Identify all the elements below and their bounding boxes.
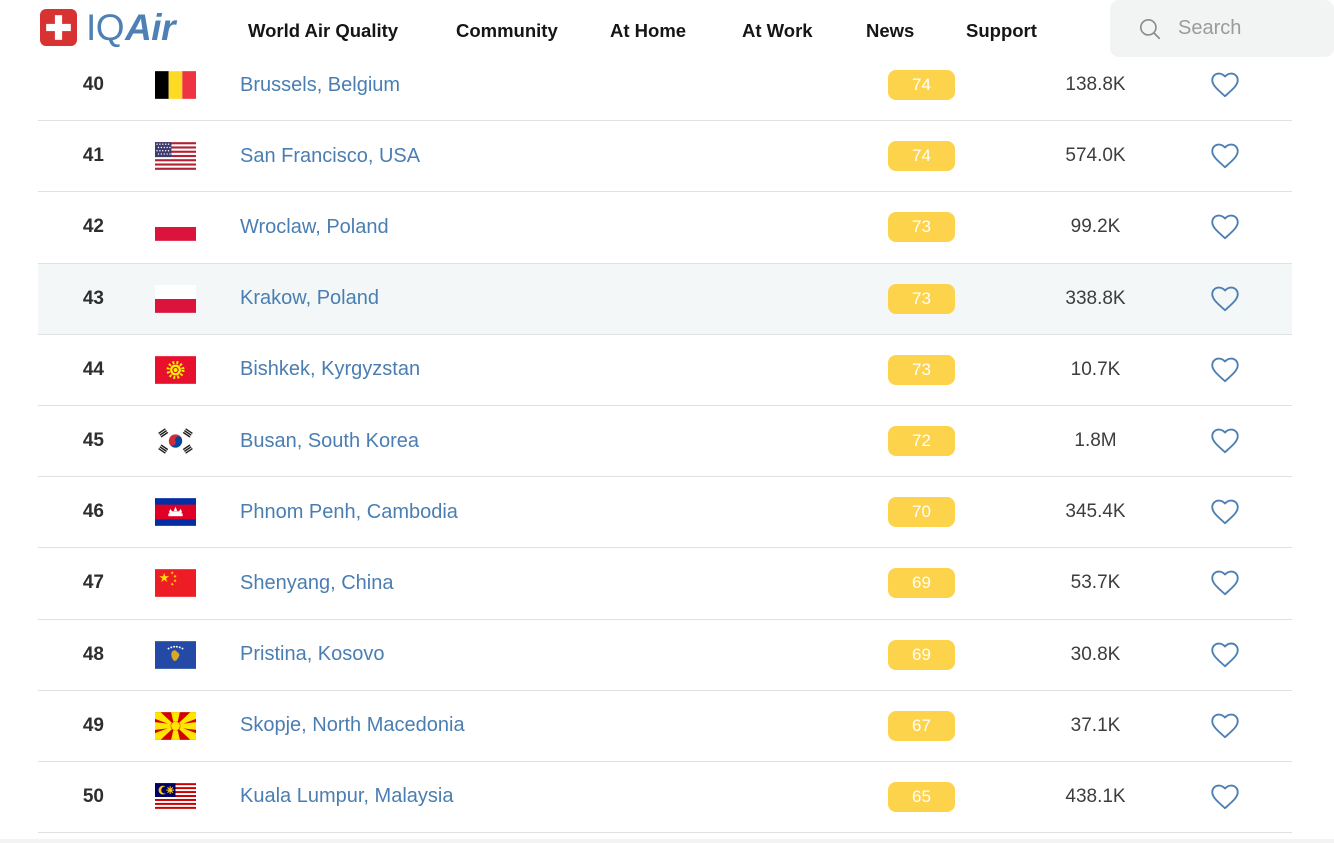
followers-count: 10.7K: [1023, 359, 1168, 381]
followers-count: 1.8M: [1023, 430, 1168, 452]
aqi-badge[interactable]: 69: [888, 640, 955, 670]
flag-usa-icon: [155, 142, 196, 170]
iqair-swiss-cross-icon: [40, 9, 77, 46]
aqi-badge[interactable]: 73: [888, 212, 955, 242]
followers-count: 338.8K: [1023, 288, 1168, 310]
flag-north-macedonia-icon: [155, 712, 196, 740]
city-ranking-table: 40 Brussels, Belgium 74 138.8K 41 San Fr…: [38, 50, 1292, 833]
rank-number: 42: [38, 216, 104, 238]
aqi-badge[interactable]: 65: [888, 782, 955, 812]
follow-heart-button[interactable]: [1210, 570, 1240, 597]
flag-south-korea-icon: [155, 427, 196, 455]
table-row[interactable]: 40 Brussels, Belgium 74 138.8K: [38, 50, 1292, 121]
rank-number: 49: [38, 715, 104, 737]
table-row[interactable]: 47 Shenyang, China 69 53.7K: [38, 548, 1292, 619]
followers-count: 138.8K: [1023, 74, 1168, 96]
city-link[interactable]: Kuala Lumpur, Malaysia: [240, 785, 453, 808]
follow-heart-button[interactable]: [1210, 72, 1240, 99]
city-link[interactable]: Krakow, Poland: [240, 287, 379, 310]
nav-at-home[interactable]: At Home: [610, 0, 686, 57]
follow-heart-button[interactable]: [1210, 428, 1240, 455]
aqi-badge[interactable]: 69: [888, 568, 955, 598]
nav-world-air-quality[interactable]: World Air Quality: [248, 0, 398, 57]
bottom-divider: [0, 839, 1334, 843]
aqi-badge[interactable]: 70: [888, 497, 955, 527]
rank-number: 45: [38, 430, 104, 452]
flag-malaysia-icon: [155, 783, 196, 811]
followers-count: 438.1K: [1023, 786, 1168, 808]
table-row[interactable]: 49 Skopje, North Macedonia 67 37.1K: [38, 691, 1292, 762]
follow-heart-button[interactable]: [1210, 499, 1240, 526]
aqi-badge[interactable]: 74: [888, 70, 955, 100]
city-link[interactable]: Skopje, North Macedonia: [240, 714, 465, 737]
city-link[interactable]: Phnom Penh, Cambodia: [240, 501, 458, 524]
nav-support[interactable]: Support: [966, 0, 1037, 57]
aqi-badge[interactable]: 72: [888, 426, 955, 456]
table-row[interactable]: 50 Kuala Lumpur, Malaysia 65 438.1K: [38, 762, 1292, 833]
site-header: IQAir World Air Quality Community At Hom…: [0, 0, 1334, 57]
search-icon: [1137, 16, 1163, 42]
flag-cambodia-icon: [155, 498, 196, 526]
city-link[interactable]: Bishkek, Kyrgyzstan: [240, 358, 420, 381]
rank-number: 47: [38, 572, 104, 594]
follow-heart-button[interactable]: [1210, 285, 1240, 312]
table-row[interactable]: 44 Bishkek, Kyrgyzstan 73 10.7K: [38, 335, 1292, 406]
rank-number: 40: [38, 74, 104, 96]
city-link[interactable]: Busan, South Korea: [240, 430, 419, 453]
flag-poland-icon: [155, 213, 196, 241]
search-box[interactable]: [1110, 0, 1334, 57]
follow-heart-button[interactable]: [1210, 214, 1240, 241]
follow-heart-button[interactable]: [1210, 641, 1240, 668]
iqair-wordmark: IQAir: [86, 9, 175, 46]
flag-poland-icon: [155, 285, 196, 313]
follow-heart-button[interactable]: [1210, 143, 1240, 170]
rank-number: 41: [38, 145, 104, 167]
rank-number: 46: [38, 501, 104, 523]
followers-count: 345.4K: [1023, 501, 1168, 523]
table-row[interactable]: 45 Busan, South Korea 72 1.8M: [38, 406, 1292, 477]
nav-at-work[interactable]: At Work: [742, 0, 813, 57]
followers-count: 574.0K: [1023, 145, 1168, 167]
followers-count: 53.7K: [1023, 572, 1168, 594]
rank-number: 50: [38, 786, 104, 808]
follow-heart-button[interactable]: [1210, 356, 1240, 383]
city-link[interactable]: Wroclaw, Poland: [240, 216, 389, 239]
followers-count: 30.8K: [1023, 644, 1168, 666]
rank-number: 48: [38, 644, 104, 666]
aqi-badge[interactable]: 74: [888, 141, 955, 171]
city-link[interactable]: Pristina, Kosovo: [240, 643, 385, 666]
followers-count: 37.1K: [1023, 715, 1168, 737]
table-row[interactable]: 42 Wroclaw, Poland 73 99.2K: [38, 192, 1292, 263]
flag-china-icon: [155, 569, 196, 597]
aqi-badge[interactable]: 73: [888, 355, 955, 385]
search-input[interactable]: [1176, 16, 1325, 41]
city-link[interactable]: Brussels, Belgium: [240, 74, 400, 97]
aqi-badge[interactable]: 73: [888, 284, 955, 314]
rank-number: 43: [38, 288, 104, 310]
city-link[interactable]: Shenyang, China: [240, 572, 393, 595]
nav-community[interactable]: Community: [456, 0, 558, 57]
iqair-logo[interactable]: IQAir: [40, 9, 175, 46]
iqair-ranking-page: { "header": { "logo": { "iq": "IQ", "air…: [0, 0, 1334, 843]
table-row[interactable]: 46 Phnom Penh, Cambodia 70 345.4K: [38, 477, 1292, 548]
flag-belgium-icon: [155, 71, 196, 99]
table-row[interactable]: 43 Krakow, Poland 73 338.8K: [38, 264, 1292, 335]
aqi-badge[interactable]: 67: [888, 711, 955, 741]
flag-kyrgyzstan-icon: [155, 356, 196, 384]
follow-heart-button[interactable]: [1210, 783, 1240, 810]
followers-count: 99.2K: [1023, 216, 1168, 238]
flag-kosovo-icon: [155, 641, 196, 669]
city-link[interactable]: San Francisco, USA: [240, 145, 420, 168]
table-row[interactable]: 48 Pristina, Kosovo 69 30.8K: [38, 620, 1292, 691]
nav-news[interactable]: News: [866, 0, 914, 57]
table-row[interactable]: 41 San Francisco, USA 74 574.0K: [38, 121, 1292, 192]
rank-number: 44: [38, 359, 104, 381]
follow-heart-button[interactable]: [1210, 712, 1240, 739]
